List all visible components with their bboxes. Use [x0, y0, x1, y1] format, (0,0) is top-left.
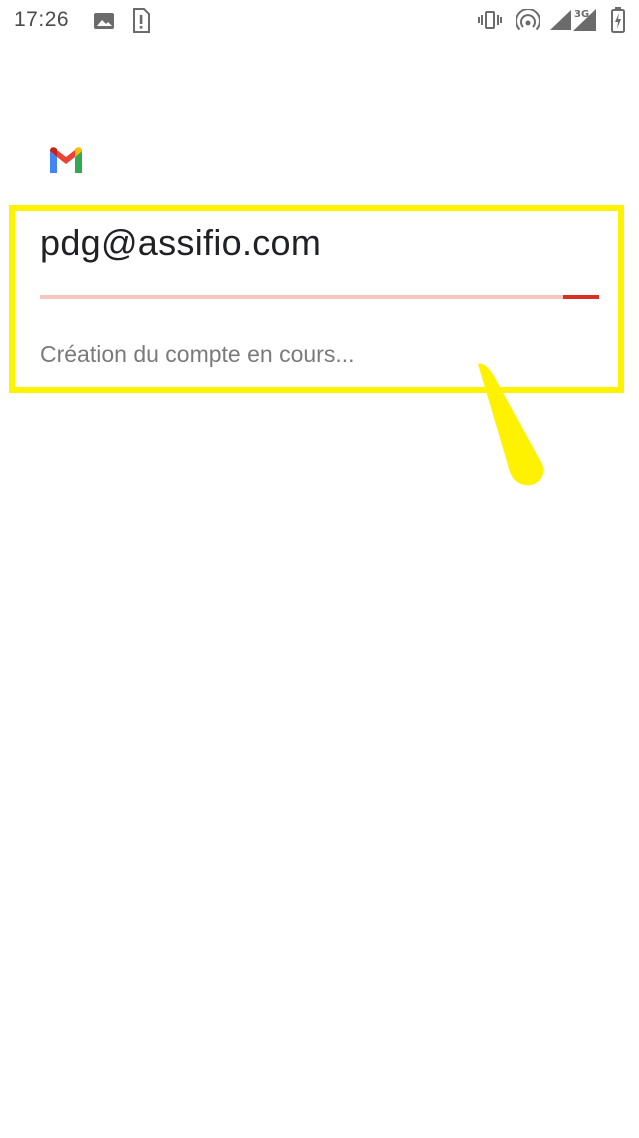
status-time: 17:26: [14, 8, 70, 31]
annotation-pointer: [470, 360, 550, 495]
battery-charging-icon: [611, 7, 625, 38]
progress-indicator: [562, 295, 599, 299]
sim-alert-icon: [132, 8, 150, 39]
account-email: pdg@assifio.com: [40, 222, 322, 263]
gmail-logo: [47, 145, 85, 175]
image-notification-icon: [93, 11, 115, 36]
signal-icon: [549, 9, 573, 36]
progress-bar: [40, 295, 599, 299]
account-status-text: Création du compte en cours...: [40, 341, 355, 367]
vibrate-icon: [478, 10, 502, 35]
network-label: 3G: [574, 9, 589, 20]
hotspot-icon: [515, 8, 541, 36]
signal-3g-icon: 3G: [572, 6, 598, 37]
status-bar: 17:26 3G: [0, 0, 639, 44]
